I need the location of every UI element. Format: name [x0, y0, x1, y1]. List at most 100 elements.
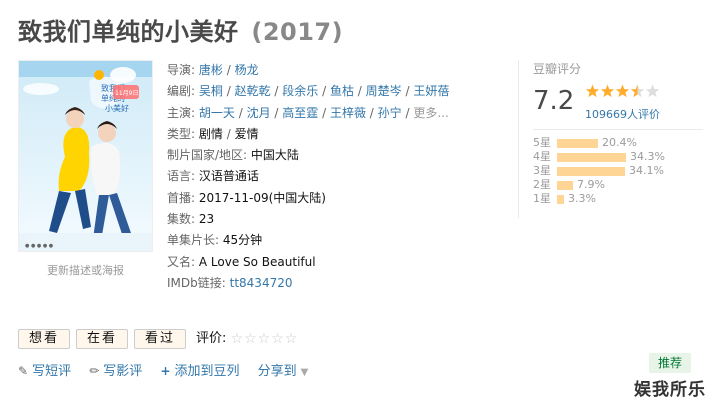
writer-label: 编剧: [167, 84, 196, 99]
rating-row: 4星 34.3% [533, 148, 665, 163]
rating-row: 5星 20.4% [533, 134, 665, 149]
imdb-label: IMDb链接: [167, 275, 226, 290]
movie-title: 致我们单纯的小美好 [18, 18, 239, 46]
runtime-label: 单集片长: [167, 233, 220, 248]
genre-label: 类型: [167, 126, 196, 141]
watching-button[interactable]: 在看 [76, 329, 129, 349]
cast-more-link[interactable]: 更多... [413, 106, 448, 120]
rating-star [630, 84, 645, 98]
premiere-row: 首播: 2017-11-09(中国大陆) [167, 188, 497, 209]
pencil-icon: ✏ [89, 364, 100, 378]
rating-row: 2星 7.9% [533, 176, 665, 191]
country-value: 中国大陆 [250, 148, 299, 163]
rating-star [645, 84, 660, 98]
movie-info: 导演: 唐彬 / 杨龙 编剧: 吴桐 / 赵乾乾 / 段余乐 / 鱼枯 / 周楚… [167, 60, 497, 294]
aka-value: A Love So Beautiful [198, 254, 316, 269]
rating-bar [557, 166, 625, 176]
cast-row: 主演: 胡一天 / 沈月 / 高至霆 / 王梓薇 / 孙宁 / 更多... [167, 105, 449, 120]
imdb-link[interactable]: tt8434720 [230, 276, 293, 290]
imdb-row: IMDb链接: tt8434720 [167, 273, 497, 294]
rating-star [585, 84, 600, 98]
director-link[interactable]: 杨龙 [235, 63, 259, 77]
rating-bar [557, 152, 626, 162]
movie-year: (2017) [251, 18, 344, 46]
rating-stars-icon [585, 84, 660, 98]
recommend-button[interactable]: 推荐 [649, 353, 691, 373]
short-review-label: 写短评 [32, 364, 72, 379]
rating-row-percent: 3.3% [568, 192, 596, 205]
cast-link[interactable]: 孙宁 [378, 106, 402, 120]
language-row: 语言: 汉语普通话 [167, 166, 497, 187]
writer-row: 编剧: 吴桐 / 赵乾乾 / 段余乐 / 鱼枯 / 周楚岑 / 王妍蓓 [167, 84, 450, 99]
cast-link[interactable]: 沈月 [247, 106, 271, 120]
country-row: 制片国家/地区: 中国大陆 [167, 145, 497, 166]
runtime-row: 单集片长: 45分钟 [167, 230, 497, 251]
review-link[interactable]: ✏ 写影评 [89, 364, 142, 379]
rating-divider-line [518, 60, 519, 218]
comment-icon: ✎ [18, 364, 29, 378]
plus-icon: + [160, 364, 171, 378]
watermark-text: 娱我所乐 [634, 380, 706, 400]
short-review-link[interactable]: ✎ 写短评 [18, 364, 71, 379]
rating-stars [585, 84, 661, 103]
poster-illustration: 致我们 单纯的 小美好 ● ● ● ● ● 11月9日 [19, 61, 152, 251]
premiere-label: 首播: [167, 190, 196, 205]
director-row: 导演: 唐彬 / 杨龙 [167, 63, 259, 77]
share-label: 分享到 [257, 364, 297, 379]
share-dropdown[interactable]: 分享到 ▼ [258, 364, 309, 379]
rating-row: 3星 34.1% [533, 162, 665, 177]
svg-text:小美好: 小美好 [105, 103, 129, 113]
rate-label: 评价: [196, 331, 227, 346]
want-to-watch-button[interactable]: 想看 [18, 329, 71, 349]
episodes-label: 集数: [167, 212, 196, 227]
episodes-value: 23 [198, 212, 215, 227]
cast-link[interactable]: 胡一天 [199, 106, 235, 120]
rating-score: 7.2 [533, 86, 575, 116]
episodes-row: 集数: 23 [167, 209, 497, 230]
page-title: 致我们单纯的小美好 (2017) [18, 12, 343, 47]
rate-stars-input[interactable]: ☆☆☆☆☆ [231, 331, 299, 347]
rating-bar [557, 180, 573, 190]
writer-link[interactable]: 鱼枯 [330, 84, 354, 98]
update-poster-link[interactable]: 更新描述或海报 [18, 262, 153, 278]
poster-date-badge: 11月9日 [115, 90, 138, 97]
aka-row: 又名: A Love So Beautiful [167, 252, 497, 273]
genre-value: 剧情 [198, 126, 223, 141]
rating-label: 豆瓣评分 [533, 62, 582, 76]
rating-inner: 豆瓣评分 7.2 109669人评价 5星 20.4% 4星 34.3% 3星 34.… [533, 60, 703, 205]
writer-link[interactable]: 周楚岑 [366, 84, 402, 98]
watched-button[interactable]: 看过 [134, 329, 187, 349]
premiere-value: 2017-11-09(中国大陆) [198, 190, 326, 205]
add-doulist-link[interactable]: + 添加到豆列 [160, 364, 239, 379]
rating-hr [533, 129, 703, 130]
rating-count-link[interactable]: 109669人评价 [585, 106, 660, 122]
rating-star [615, 84, 630, 98]
language-value: 汉语普通话 [198, 169, 259, 184]
director-link[interactable]: 唐彬 [199, 63, 223, 77]
writer-link[interactable]: 段余乐 [282, 84, 318, 98]
country-label: 制片国家/地区: [167, 148, 248, 163]
aka-label: 又名: [167, 254, 196, 269]
rating-bar [557, 138, 598, 148]
review-label: 写影评 [103, 364, 143, 379]
runtime-value: 45分钟 [222, 233, 263, 248]
rating-star [600, 84, 615, 98]
writer-link[interactable]: 王妍蓓 [413, 84, 449, 98]
genre-row: 类型: 剧情 / 爱情 [167, 126, 259, 141]
writer-link[interactable]: 吴桐 [199, 84, 223, 98]
svg-text:● ● ● ● ●: ● ● ● ● ● [25, 243, 54, 249]
writer-link[interactable]: 赵乾乾 [235, 84, 271, 98]
cast-label: 主演: [167, 105, 196, 120]
cast-link[interactable]: 高至霆 [282, 106, 318, 120]
rating-row: 1星 3.3% [533, 190, 665, 205]
bottom-links: ✎ 写短评 ✏ 写影评 + 添加到豆列 分享到 ▼ [18, 360, 322, 379]
cast-link[interactable]: 王梓薇 [330, 106, 366, 120]
rating-row-label: 1星 [533, 192, 551, 205]
add-doulist-label: 添加到豆列 [174, 364, 240, 379]
rating-bar [557, 194, 564, 204]
chevron-down-icon: ▼ [300, 367, 309, 378]
genre-value: 爱情 [234, 126, 259, 141]
poster-image[interactable]: 致我们 单纯的 小美好 ● ● ● ● ● 11月9日 [18, 60, 153, 252]
language-label: 语言: [167, 169, 196, 184]
action-bar: 想看 在看 看过 评价: ☆☆☆☆☆ [18, 327, 299, 349]
